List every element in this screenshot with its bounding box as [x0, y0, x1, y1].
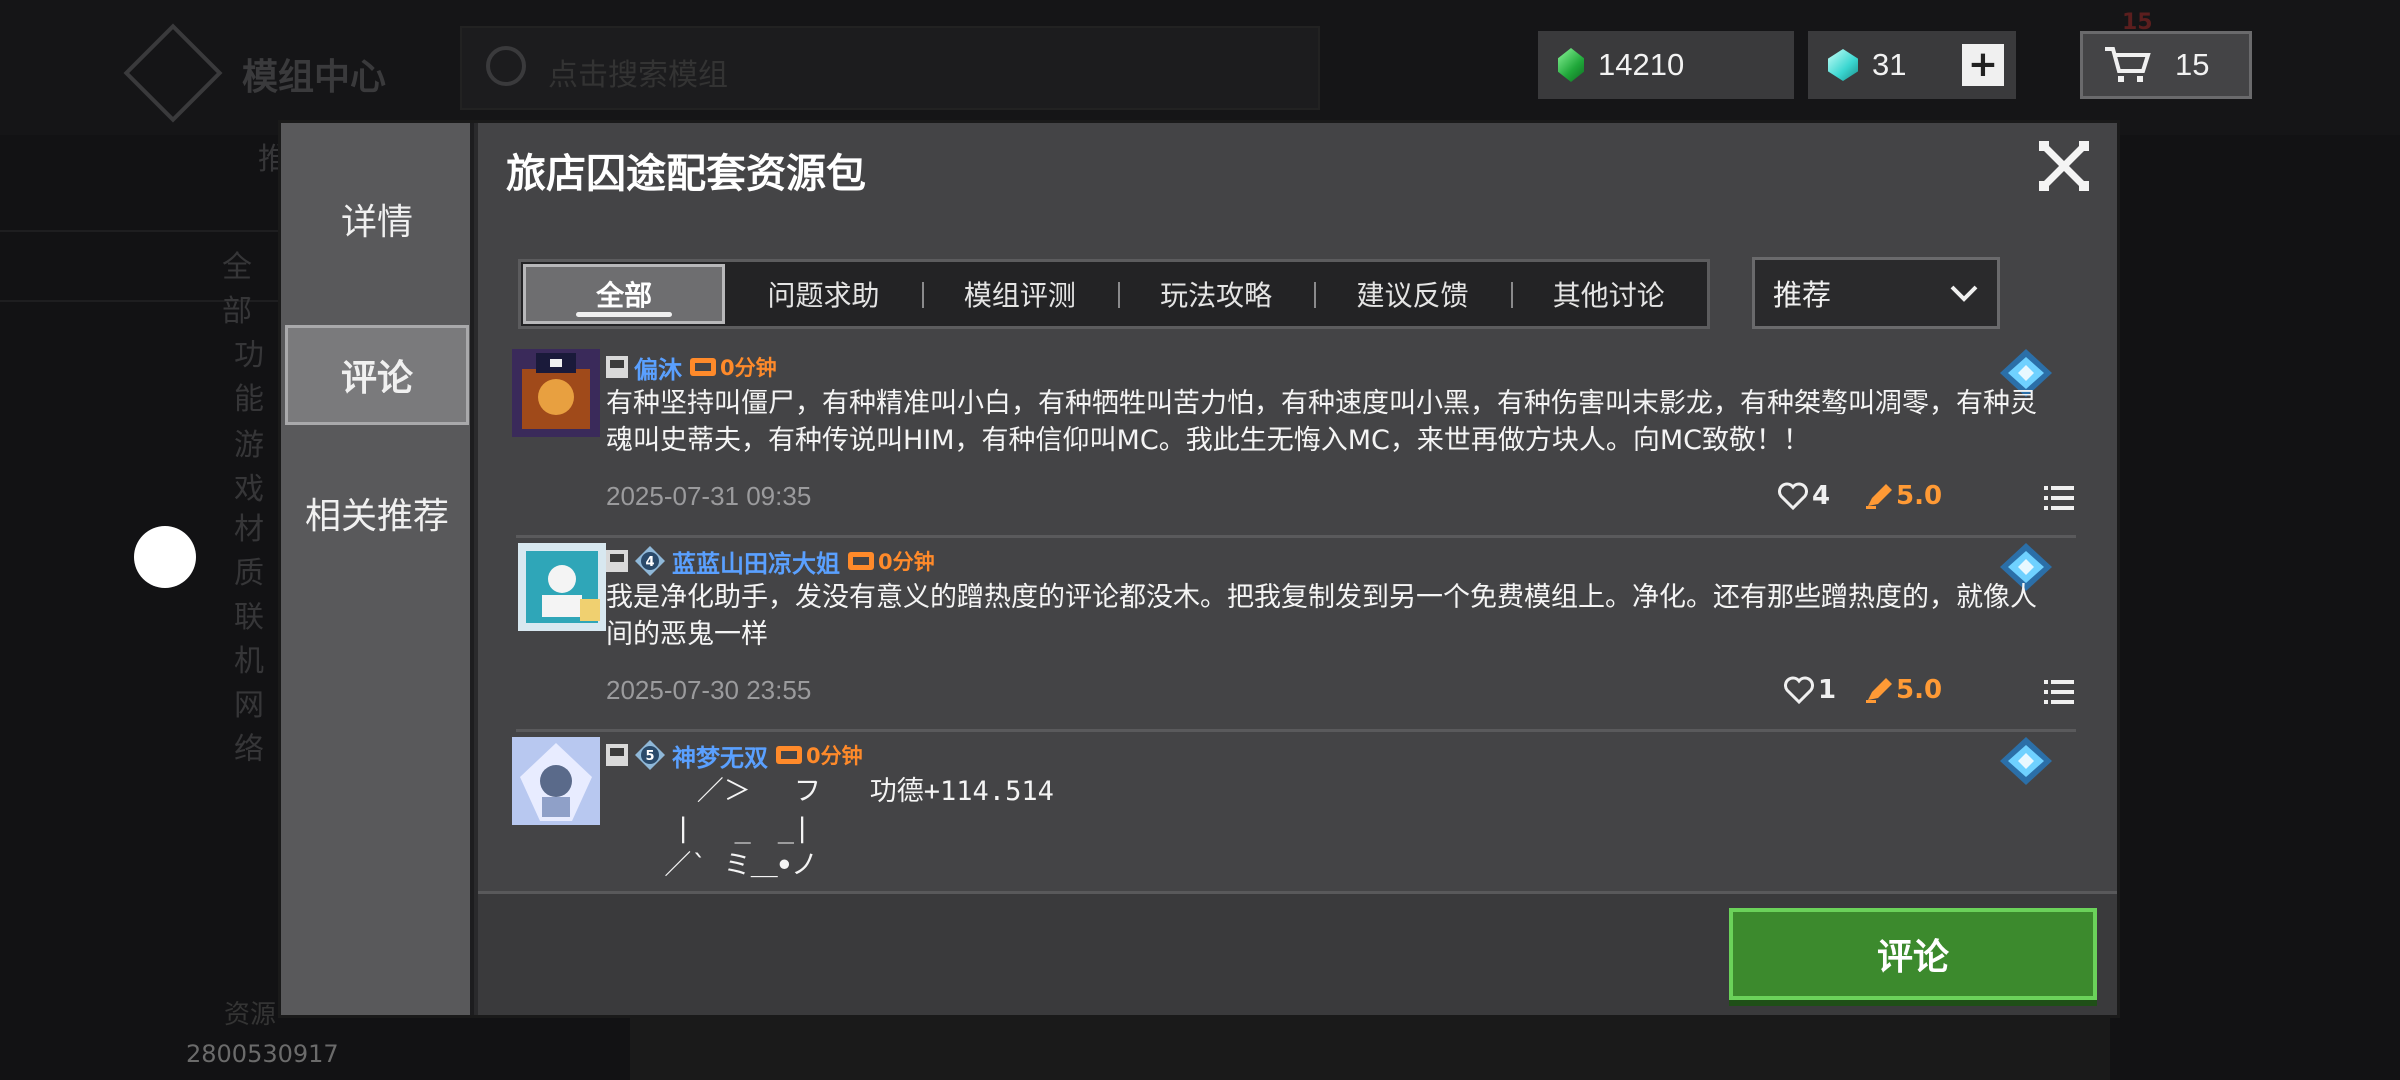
gamepad-icon: [690, 358, 716, 376]
tab-related[interactable]: 相关推荐: [285, 463, 469, 563]
tab-review[interactable]: 模组评测: [921, 264, 1118, 324]
floating-assist-button[interactable]: [134, 526, 196, 588]
background-sidebar: 推 全部 功能 游戏 材质 联机 网络: [0, 142, 300, 767]
level-number: 4: [645, 555, 654, 570]
tab-help[interactable]: 问题求助: [725, 264, 921, 324]
pencil-icon: [1866, 678, 1892, 703]
sidebar-item: 联机: [234, 600, 264, 679]
rating-value: 5.0: [1896, 481, 1943, 511]
play-time-badge: 0分钟: [776, 740, 863, 770]
heart-icon: [1778, 482, 1808, 510]
play-time: 0分钟: [878, 550, 935, 574]
modal-title: 旅店囚途配套资源包: [506, 151, 866, 197]
like-count: 4: [1812, 481, 1831, 511]
diamond-amount: 31: [1872, 47, 1907, 82]
level-icon: [606, 550, 628, 572]
more-menu-icon[interactable]: [2044, 679, 2074, 705]
comment-divider: [516, 535, 2076, 538]
post-comment-button[interactable]: 评论: [1729, 908, 2097, 1000]
comment-header: 5 神梦无双 0分钟: [606, 738, 863, 773]
tab-comments[interactable]: 评论: [285, 325, 469, 425]
user-avatar[interactable]: [512, 737, 600, 825]
heart-icon: [1784, 676, 1814, 704]
username[interactable]: 蓝蓝山田凉大姐: [672, 544, 840, 579]
sidebar-item: 网络: [234, 688, 264, 767]
user-avatar[interactable]: [518, 543, 606, 631]
emerald-amount: 14210: [1598, 47, 1685, 82]
modal-footer: 评论: [478, 891, 2117, 1015]
level-badge-icon: 4: [635, 546, 665, 576]
tab-all[interactable]: 全部: [523, 264, 726, 324]
search-icon: [486, 46, 526, 86]
tab-guide[interactable]: 玩法攻略: [1117, 264, 1314, 324]
cart-count: 15: [2175, 47, 2210, 82]
play-time-badge: 0分钟: [848, 546, 935, 576]
filter-tabs: 全部 问题求助 模组评测 玩法攻略 建议反馈 其他讨论: [518, 259, 1710, 329]
tab-details[interactable]: 详情: [285, 169, 469, 269]
comment-divider: [516, 729, 2076, 732]
background-bottom-strip: [630, 1010, 2110, 1080]
like-button[interactable]: 1: [1784, 675, 1836, 705]
cart-icon: [2105, 47, 2151, 82]
gamepad-icon: [848, 552, 874, 570]
sidebar-item: 游戏: [234, 428, 264, 507]
level-badge-icon: 5: [635, 740, 665, 770]
background-title: 模组中心: [242, 57, 387, 98]
chevron-down-icon: [1950, 285, 1978, 302]
comment-time: 2025-07-31 09:35: [606, 481, 812, 511]
like-count: 1: [1818, 675, 1837, 705]
diamond-icon: [1828, 49, 1858, 81]
role-badge-icon: [2000, 737, 2052, 785]
more-menu-icon[interactable]: [2044, 485, 2074, 511]
modal-content: 旅店囚途配套资源包 全部 问题求助 模组评测 玩法攻略 建议反馈 其他讨论 推荐: [478, 123, 2117, 1015]
comment-ascii-art: ／＞ フ 功德+114.514 | _ _| ／` ミ＿ꔷノ: [664, 776, 1054, 881]
tab-other[interactable]: 其他讨论: [1510, 264, 1707, 324]
cart-button[interactable]: 15: [2080, 31, 2252, 99]
sort-dropdown[interactable]: 推荐: [1752, 257, 2000, 329]
level-icon: [606, 744, 628, 766]
background-resource-label: 资源: [224, 1000, 277, 1030]
diamond-balance[interactable]: 31 +: [1808, 31, 2016, 99]
rating: 5.0: [1864, 675, 1942, 705]
sidebar-divider: [0, 230, 300, 232]
play-time: 0分钟: [720, 356, 777, 380]
rating: 5.0: [1864, 481, 1942, 511]
username[interactable]: 偏沐: [634, 350, 682, 385]
comment-header: 4 蓝蓝山田凉大姐 0分钟: [606, 544, 935, 579]
comment-text: 有种坚持叫僵尸，有种精准叫小白，有种牺牲叫苦力怕，有种速度叫小黑，有种伤害叫末影…: [606, 388, 2037, 456]
gamepad-icon: [776, 746, 802, 764]
play-time-badge: 0分钟: [690, 352, 777, 382]
rating-value: 5.0: [1896, 675, 1943, 705]
add-diamond-button[interactable]: +: [1962, 44, 2004, 86]
close-icon[interactable]: [2039, 141, 2089, 191]
comment-text: 我是净化助手，发没有意义的蹭热度的评论都没木。把我复制发到另一个免费模组上。净化…: [606, 582, 2037, 650]
sidebar-item: 全部: [222, 250, 252, 329]
background-search-placeholder: 点击搜索模组: [548, 58, 728, 93]
emerald-balance[interactable]: 14210: [1538, 31, 1794, 99]
user-avatar[interactable]: [512, 349, 600, 437]
tab-feedback[interactable]: 建议反馈: [1314, 264, 1510, 324]
like-button[interactable]: 4: [1778, 481, 1830, 511]
play-time: 0分钟: [806, 744, 863, 768]
level-icon: [606, 356, 628, 378]
pencil-icon: [1866, 484, 1892, 509]
sidebar-item: 材质: [234, 512, 264, 591]
modal-side-tabs: 详情 评论 相关推荐: [281, 123, 474, 1015]
sort-label: 推荐: [1773, 278, 1832, 312]
level-number: 5: [645, 749, 654, 764]
comment-header: 偏沐 0分钟: [606, 350, 777, 385]
comment-modal: 详情 评论 相关推荐 旅店囚途配套资源包 全部 问题求助 模组评测 玩法攻略 建…: [278, 120, 2120, 1018]
emerald-icon: [1558, 48, 1584, 82]
sidebar-item: 功能: [234, 338, 264, 417]
comment-time: 2025-07-30 23:55: [606, 675, 812, 705]
username[interactable]: 神梦无双: [672, 738, 768, 773]
user-id: 2800530917: [186, 1040, 339, 1068]
